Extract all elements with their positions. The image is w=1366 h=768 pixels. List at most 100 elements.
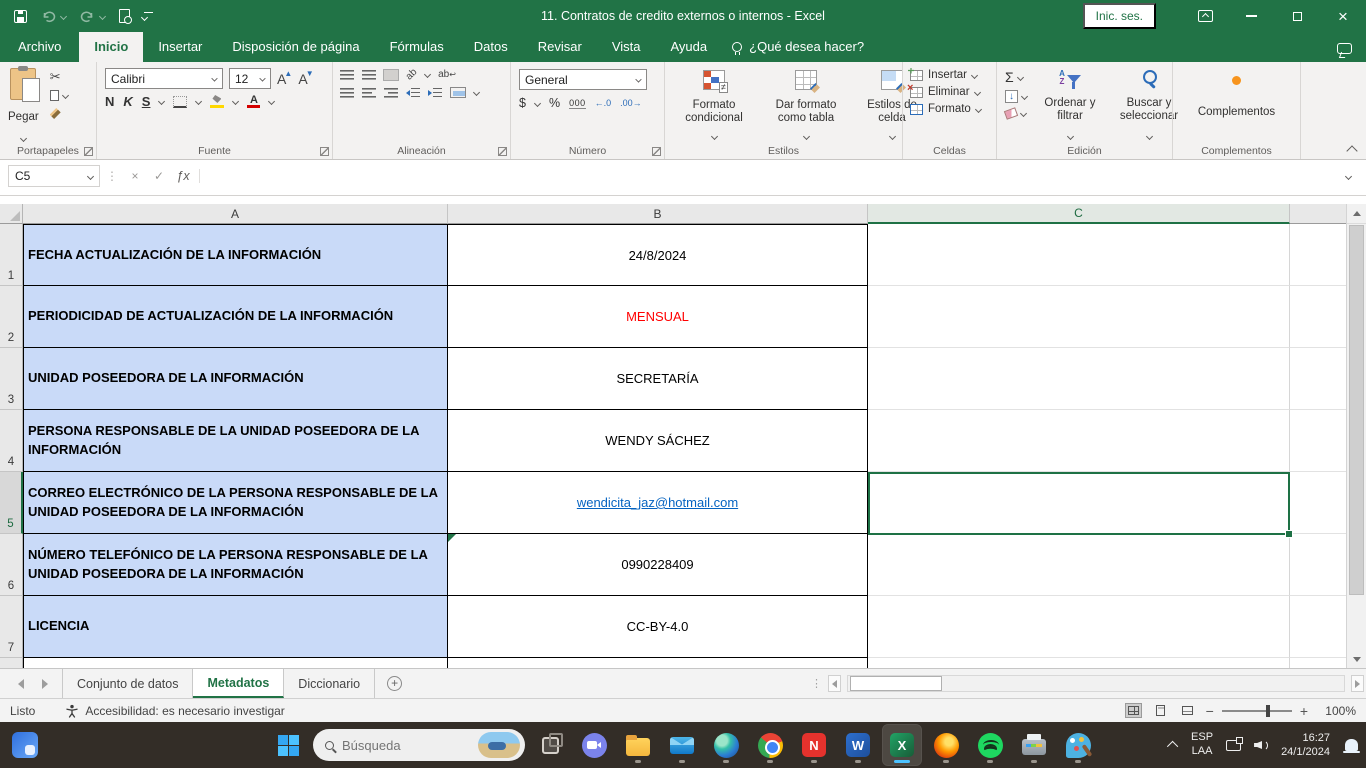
cell-b3[interactable]: SECRETARÍA [448, 348, 868, 410]
task-view-button[interactable] [531, 725, 569, 765]
tab-archivo[interactable]: Archivo [0, 32, 79, 62]
tray-expand-icon[interactable] [1167, 741, 1178, 752]
column-header-a[interactable]: A [23, 204, 448, 224]
undo-dropdown-icon[interactable] [60, 12, 67, 19]
addins-button[interactable]: Complementos [1192, 66, 1281, 143]
search-input[interactable] [342, 738, 470, 753]
merge-dropdown-icon[interactable] [473, 89, 480, 96]
wrap-text-icon[interactable]: ab↩ [438, 69, 456, 80]
hscroll-right-icon[interactable] [1351, 675, 1364, 692]
printer-button[interactable] [1015, 725, 1053, 765]
save-icon[interactable] [14, 10, 27, 23]
prev-sheet-icon[interactable] [18, 679, 24, 689]
name-box[interactable]: C5 [8, 165, 100, 187]
align-bottom-icon[interactable] [384, 70, 398, 80]
clipboard-dialog-launcher-icon[interactable] [84, 147, 93, 156]
decrease-font-icon[interactable]: A▼ [298, 71, 313, 87]
page-layout-view-button[interactable] [1152, 703, 1169, 718]
restore-button[interactable] [1274, 0, 1320, 32]
alignment-dialog-launcher-icon[interactable] [498, 147, 507, 156]
cell-b4[interactable]: WENDY SÁCHEZ [448, 410, 868, 472]
start-button[interactable] [269, 725, 307, 765]
align-center-icon[interactable] [362, 88, 376, 98]
italic-button[interactable]: K [123, 94, 132, 109]
clock[interactable]: 16:2724/1/2024 [1281, 731, 1330, 760]
redo-dropdown-icon[interactable] [99, 12, 106, 19]
orientation-icon[interactable]: ab [404, 67, 420, 83]
currency-format-button[interactable]: $ [519, 96, 526, 110]
edge-button[interactable] [707, 725, 745, 765]
cell-c1[interactable] [868, 224, 1290, 286]
zoom-in-icon[interactable]: + [1300, 703, 1308, 719]
row-header-5[interactable]: 5 [0, 472, 23, 534]
conditional-formatting-button[interactable]: Formato condicional [671, 68, 757, 141]
next-sheet-icon[interactable] [42, 679, 48, 689]
merge-center-icon[interactable] [450, 87, 466, 98]
column-header-b[interactable]: B [448, 204, 868, 224]
volume-icon[interactable] [1254, 739, 1268, 751]
cell-c7[interactable] [868, 596, 1290, 658]
number-dialog-launcher-icon[interactable] [652, 147, 661, 156]
chat-button[interactable] [575, 725, 613, 765]
cell-b1[interactable]: 24/8/2024 [448, 224, 868, 286]
spotify-button[interactable] [971, 725, 1009, 765]
format-as-table-button[interactable]: Dar formato como tabla [761, 68, 851, 141]
cell-a1[interactable]: FECHA ACTUALIZACIÓN DE LA INFORMACIÓN [23, 224, 448, 286]
cell-c4[interactable] [868, 410, 1290, 472]
tab-insertar[interactable]: Insertar [143, 32, 217, 62]
formula-input[interactable] [206, 165, 1332, 187]
cell-c3[interactable] [868, 348, 1290, 410]
sort-filter-button[interactable]: AZ Ordenar y filtrar [1033, 68, 1107, 141]
formula-bar-splitter[interactable]: ⋮ [106, 169, 117, 183]
format-cells-button[interactable]: Formato [910, 103, 981, 115]
undo-icon[interactable] [41, 10, 56, 23]
notification-bell-icon[interactable] [1345, 739, 1358, 751]
font-size-combo[interactable]: 12 [229, 68, 271, 89]
number-format-combo[interactable]: General [519, 69, 647, 90]
cell-b7[interactable]: CC-BY-4.0 [448, 596, 868, 658]
align-middle-icon[interactable] [362, 70, 376, 80]
format-painter-button[interactable] [47, 106, 71, 121]
cell-a2[interactable]: PERIODICIDAD DE ACTUALIZACIÓN DE LA INFO… [23, 286, 448, 348]
cut-button[interactable]: ✂ [47, 68, 71, 85]
sheet-tab-diccionario[interactable]: Diccionario [284, 669, 375, 698]
mail-button[interactable] [663, 725, 701, 765]
chrome-button[interactable] [751, 725, 789, 765]
cell-a6[interactable]: NÚMERO TELEFÓNICO DE LA PERSONA RESPONSA… [23, 534, 448, 596]
cell-c5-selected[interactable] [868, 472, 1290, 534]
align-right-icon[interactable] [384, 88, 398, 98]
select-all-corner[interactable] [0, 204, 23, 224]
new-sheet-button[interactable]: + [375, 669, 414, 698]
tab-vista[interactable]: Vista [597, 32, 656, 62]
cell-a4[interactable]: PERSONA RESPONSABLE DE LA UNIDAD POSEEDO… [23, 410, 448, 472]
bold-button[interactable]: N [105, 94, 114, 109]
expand-formula-bar-icon[interactable] [1344, 172, 1351, 179]
ribbon-display-options-button[interactable] [1182, 0, 1228, 32]
cell-c6[interactable] [868, 534, 1290, 596]
language-indicator[interactable]: ESPLAA [1191, 731, 1213, 759]
accessibility-status[interactable]: Accesibilidad: es necesario investigar [49, 704, 284, 718]
row-header-2[interactable]: 2 [0, 286, 23, 348]
sheet-tab-conjunto[interactable]: Conjunto de datos [62, 669, 193, 698]
vertical-scrollbar[interactable] [1346, 204, 1366, 668]
sheet-tab-metadatos[interactable]: Metadatos [193, 669, 284, 698]
zoom-slider-thumb[interactable] [1266, 705, 1270, 717]
row-header-3[interactable]: 3 [0, 348, 23, 410]
delete-cells-button[interactable]: Eliminar [910, 86, 981, 98]
borders-icon[interactable] [173, 96, 187, 108]
minimize-button[interactable] [1228, 0, 1274, 32]
insert-cells-button[interactable]: Insertar [910, 69, 981, 81]
increase-font-icon[interactable]: A▲ [277, 71, 292, 87]
increase-indent-icon[interactable] [428, 88, 442, 98]
scroll-up-icon[interactable] [1347, 204, 1366, 224]
hscroll-left-icon[interactable] [828, 675, 841, 692]
horizontal-scrollbar[interactable] [847, 675, 1345, 692]
sign-in-button[interactable]: Inic. ses. [1083, 3, 1156, 29]
decrease-decimal-button[interactable]: .00→ [620, 98, 642, 108]
tab-revisar[interactable]: Revisar [523, 32, 597, 62]
cell-b2[interactable]: MENSUAL [448, 286, 868, 348]
normal-view-button[interactable] [1125, 703, 1142, 718]
align-top-icon[interactable] [340, 70, 354, 80]
horizontal-scrollbar-thumb[interactable] [850, 676, 942, 691]
copy-button[interactable] [47, 88, 71, 103]
